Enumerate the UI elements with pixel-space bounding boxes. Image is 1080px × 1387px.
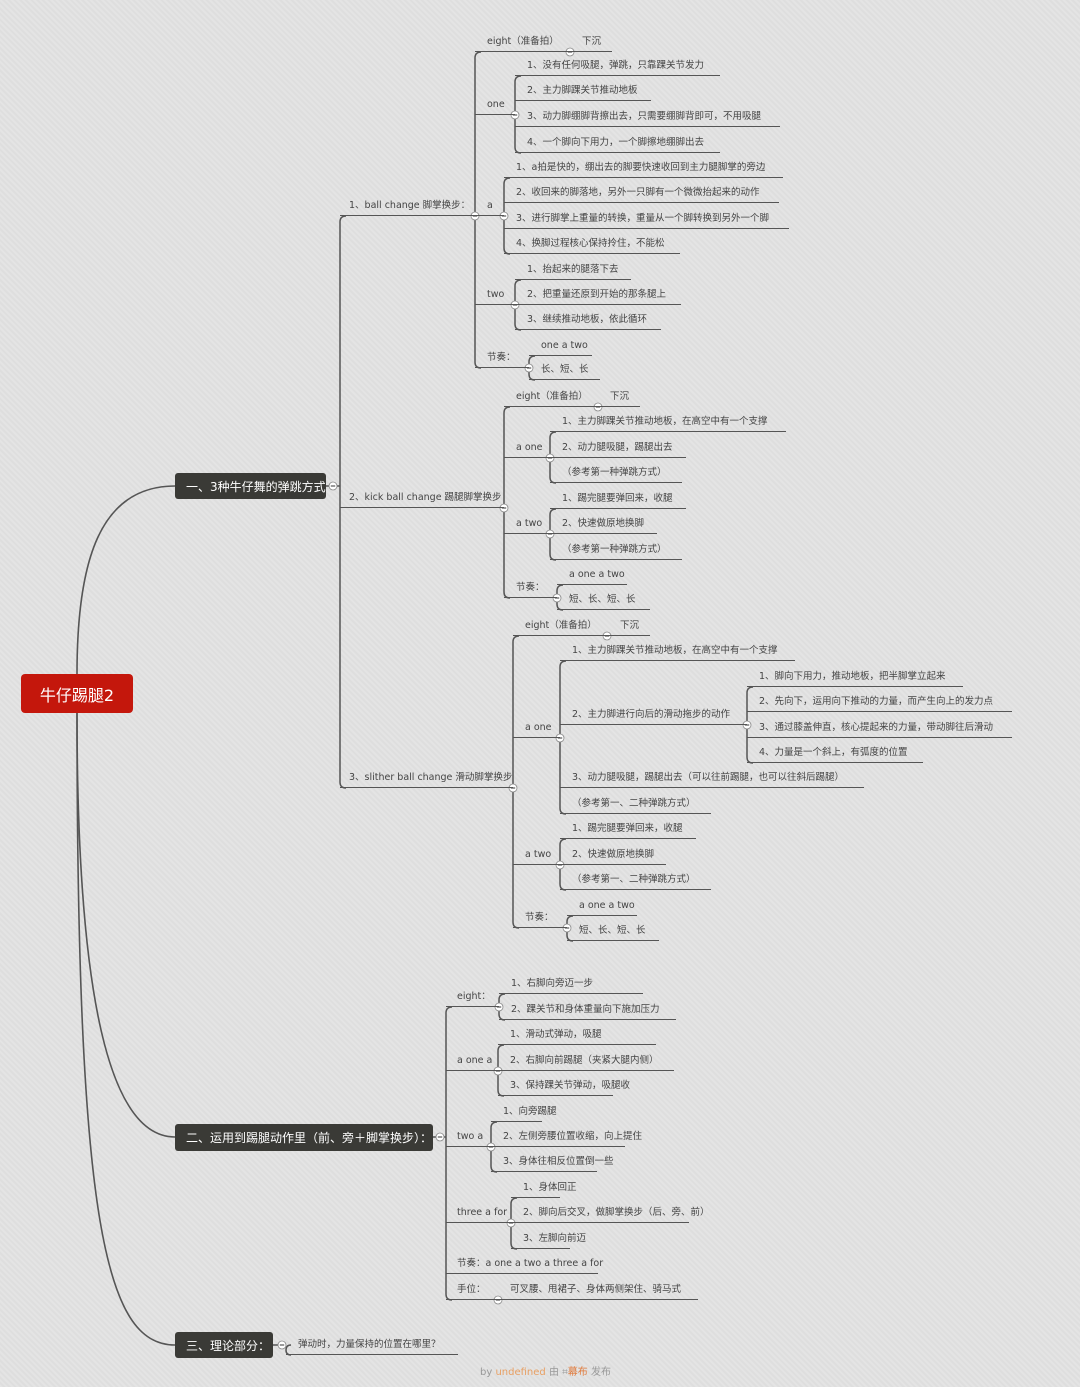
collapse-toggle-icon[interactable] xyxy=(277,1340,287,1350)
b2-rhythm[interactable]: 节奏： xyxy=(504,580,557,598)
b3-rhythm-item[interactable]: 短、长、短、长 xyxy=(567,923,659,941)
s2-eight-item[interactable]: 2、踝关节和身体重量向下施加压力 xyxy=(499,1002,676,1020)
b1-two-item[interactable]: 1、抬起来的腿落下去 xyxy=(515,262,631,280)
footer-by: by xyxy=(480,1367,496,1378)
b3-a-two-item[interactable]: 2、快速做原地换脚 xyxy=(560,847,666,865)
s2-three-a-for[interactable]: three a for xyxy=(446,1205,511,1223)
b3-rhythm-item[interactable]: a one a two xyxy=(567,898,637,916)
section-1-topic[interactable]: 一、3种牛仔舞的弹跳方式 xyxy=(175,473,326,499)
b1-rhythm-item[interactable]: 长、短、长 xyxy=(529,362,600,380)
footer-brand[interactable]: 幕布 xyxy=(568,1367,588,1378)
s2-three-a-for-item[interactable]: 2、脚向后交叉，做脚掌换步（后、旁、前） xyxy=(511,1205,710,1223)
b1-eight[interactable]: eight（准备拍） xyxy=(475,34,570,52)
s2-two-a-item[interactable]: 3、身体往相反位置倒一些 xyxy=(491,1154,614,1172)
b2-rhythm-item[interactable]: a one a two xyxy=(557,567,627,585)
root-topic[interactable]: 牛仔踢腿2 xyxy=(21,674,133,713)
b2-a-one-item[interactable]: 2、动力腿吸腿，踢腿出去 xyxy=(550,440,686,458)
b3-slide-detail[interactable]: 4、力量是一个斜上，有弧度的位置 xyxy=(747,745,923,763)
b1-two[interactable]: two xyxy=(475,287,515,305)
root-branch-curve xyxy=(76,712,176,1346)
s2-eight[interactable]: eight： xyxy=(446,989,499,1007)
s2-a-one-a[interactable]: a one a xyxy=(446,1053,498,1071)
b2-a-one-item[interactable]: （参考第一种弹跳方式） xyxy=(550,465,682,483)
b1-two-item[interactable]: 3、继续推动地板，依此循环 xyxy=(515,312,661,330)
b1-one-item[interactable]: 1、没有任何吸腿，弹跳，只靠踝关节发力 xyxy=(515,58,720,76)
footer-mid: 由 xyxy=(545,1367,563,1378)
b2-a-two-item[interactable]: （参考第一种弹跳方式） xyxy=(550,542,682,560)
b3-slide-detail[interactable]: 2、先向下，运用向下推动的力量，而产生向上的发力点 xyxy=(747,694,1012,712)
b3-a-two[interactable]: a two xyxy=(513,847,560,865)
b1-one-item[interactable]: 3、动力脚绷脚背擦出去，只需要绷脚背即可，不用吸腿 xyxy=(515,109,780,127)
b2-a-two-item[interactable]: 2、快速做原地换脚 xyxy=(550,516,657,534)
collapse-toggle-icon[interactable] xyxy=(435,1132,445,1142)
section-2-topic[interactable]: 二、运用到踢腿动作里（前、旁＋脚掌换步）： xyxy=(175,1124,433,1151)
b1-a-item[interactable]: 1、a拍是快的，绷出去的脚要快速收回到主力腿脚掌的旁边 xyxy=(504,160,783,178)
section-3-topic[interactable]: 三、理论部分： xyxy=(175,1332,273,1358)
footer-end: 发布 xyxy=(587,1367,611,1378)
s2-a-one-a-item[interactable]: 1、滑动式弹动，吸腿 xyxy=(498,1027,656,1045)
b2-rhythm-item[interactable]: 短、长、短、长 xyxy=(557,592,650,610)
b1-eight-value[interactable]: 下沉 xyxy=(570,34,612,52)
b3-slide-detail[interactable]: 1、脚向下用力，推动地板，把半脚掌立起来 xyxy=(747,669,963,687)
b1-one-item[interactable]: 2、主力脚踝关节推动地板 xyxy=(515,83,651,101)
b3-slide-detail[interactable]: 3、通过膝盖伸直，核心提起来的力量，带动脚往后滑动 xyxy=(747,720,1012,738)
b1-a-item[interactable]: 4、换脚过程核心保持拎住，不能松 xyxy=(504,236,680,254)
b1-topic[interactable]: 1、ball change 脚掌换步： xyxy=(340,198,475,216)
b1-a[interactable]: a xyxy=(475,198,504,216)
b2-a-one[interactable]: a one xyxy=(504,440,550,458)
s3-question[interactable]: 弹动时，力量保持的位置在哪里？ xyxy=(286,1337,458,1355)
b3-eight[interactable]: eight（准备拍） xyxy=(513,618,607,636)
b1-a-item[interactable]: 3、进行脚掌上重量的转换，重量从一个脚转换到另外一个脚 xyxy=(504,211,789,229)
b3-a-one-item[interactable]: （参考第一、二种弹跳方式） xyxy=(560,796,711,814)
collapse-toggle-icon[interactable] xyxy=(328,481,338,491)
root-branch-curve xyxy=(76,712,176,1138)
b1-rhythm-item[interactable]: one a two xyxy=(529,338,592,356)
b2-eight-value[interactable]: 下沉 xyxy=(598,389,640,407)
s2-three-a-for-item[interactable]: 1、身体回正 xyxy=(511,1180,577,1198)
s2-hands[interactable]: 手位： xyxy=(446,1282,498,1300)
root-branch-curve xyxy=(76,485,176,675)
b3-topic[interactable]: 3、slither ball change 滑动脚掌换步 xyxy=(340,770,513,788)
s2-three-a-for-item[interactable]: 3、左脚向前迈 xyxy=(511,1231,586,1249)
s2-a-one-a-item[interactable]: 2、右脚向前踢腿（夹紧大腿内侧） xyxy=(498,1053,674,1071)
b1-rhythm[interactable]: 节奏： xyxy=(475,350,529,368)
b1-two-item[interactable]: 2、把重量还原到开始的那条腿上 xyxy=(515,287,681,305)
s2-hands-value[interactable]: 可叉腰、甩裙子、身体两侧架住、骑马式 xyxy=(498,1282,698,1300)
b1-one[interactable]: one xyxy=(475,97,515,115)
bracket-connector xyxy=(512,635,520,929)
s2-two-a-item[interactable]: 2、左侧旁腰位置收缩，向上提住 xyxy=(491,1129,642,1147)
b3-a-one[interactable]: a one xyxy=(513,720,560,738)
b3-a-one-item[interactable]: 1、主力脚踝关节推动地板，在高空中有一个支撑 xyxy=(560,643,795,661)
b2-eight[interactable]: eight（准备拍） xyxy=(504,389,598,407)
b3-rhythm[interactable]: 节奏： xyxy=(513,910,567,928)
footer: by undefined 由 ⌗幕布 发布 xyxy=(480,1363,611,1378)
footer-user[interactable]: undefined xyxy=(495,1367,545,1378)
b1-a-item[interactable]: 2、收回来的脚落地，另外一只脚有一个微微抬起来的动作 xyxy=(504,185,779,203)
b3-eight-value[interactable]: 下沉 xyxy=(607,618,650,636)
bracket-connector xyxy=(503,406,511,599)
b1-one-item[interactable]: 4、一个脚向下用力，一个脚擦地绷脚出去 xyxy=(515,135,720,153)
s2-two-a[interactable]: two a xyxy=(446,1129,491,1147)
s2-a-one-a-item[interactable]: 3、保持踝关节弹动，吸腿收 xyxy=(498,1078,630,1096)
b3-a-two-item[interactable]: 1、踢完腿要弹回来，收腿 xyxy=(560,821,696,839)
b2-topic[interactable]: 2、kick ball change 踢腿脚掌换步 xyxy=(340,490,504,508)
s2-rhythm[interactable]: 节奏：a one a two a three a for xyxy=(446,1256,603,1274)
b2-a-two[interactable]: a two xyxy=(504,516,550,534)
s2-eight-item[interactable]: 1、右脚向旁迈一步 xyxy=(499,976,643,994)
b3-a-one-item[interactable]: 3、动力腿吸腿，踢腿出去（可以往前踢腿，也可以往斜后踢腿） xyxy=(560,770,864,788)
b3-a-two-item[interactable]: （参考第一、二种弹跳方式） xyxy=(560,872,711,890)
b2-a-two-item[interactable]: 1、踢完腿要弹回来，收腿 xyxy=(550,491,686,509)
b2-a-one-item[interactable]: 1、主力脚踝关节推动地板，在高空中有一个支撑 xyxy=(550,414,786,432)
b3-a-one-item[interactable]: 2、主力脚进行向后的滑动拖步的动作 xyxy=(560,707,747,725)
s2-two-a-item[interactable]: 1、向旁踢腿 xyxy=(491,1104,557,1122)
